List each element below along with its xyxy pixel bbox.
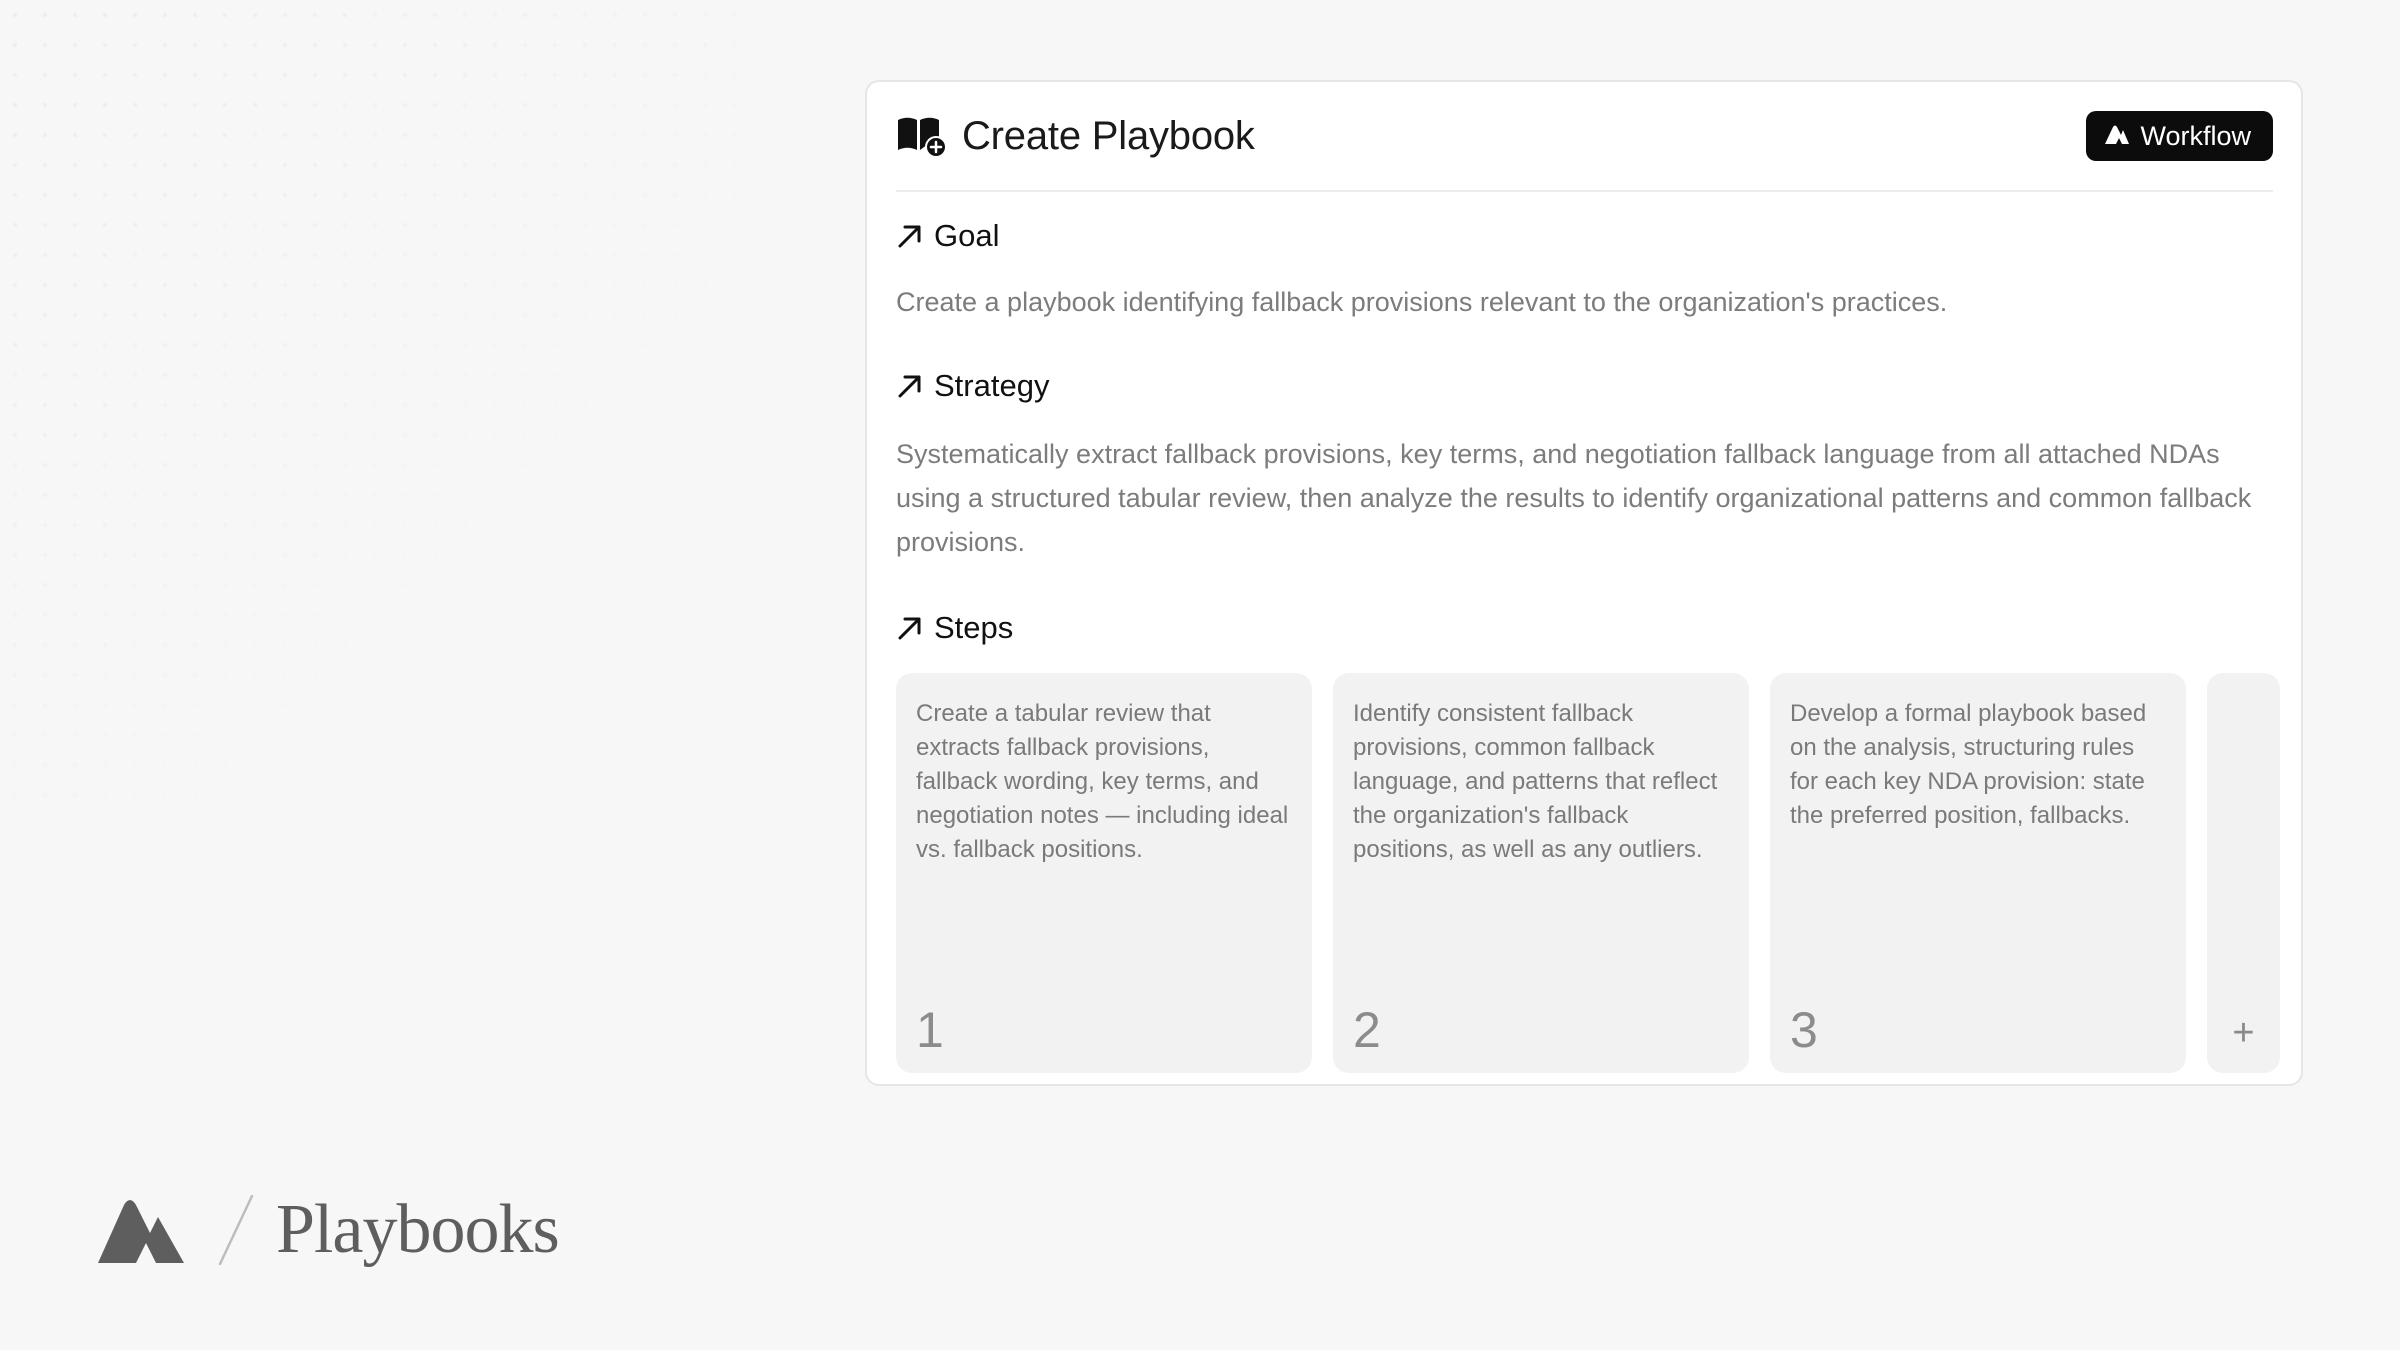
arrow-up-right-icon: [896, 372, 924, 400]
book-plus-icon: [896, 114, 948, 158]
card-header: Create Playbook Workflow: [896, 82, 2273, 192]
steps-heading: Steps: [896, 610, 1013, 646]
create-playbook-card: Create Playbook Workflow Goal Create a p…: [865, 80, 2303, 1086]
card-title: Create Playbook: [962, 113, 1255, 158]
steps-list: Create a tabular review that extracts fa…: [896, 673, 2280, 1073]
arrow-up-right-icon: [896, 222, 924, 250]
step-text: Identify consistent fallback provisions,…: [1353, 700, 1718, 863]
brand-lockup: Playbooks: [96, 1190, 560, 1270]
add-step-button[interactable]: +: [2207, 673, 2280, 1073]
step-number: 1: [916, 1002, 944, 1058]
step-card-1[interactable]: Create a tabular review that extracts fa…: [896, 673, 1312, 1073]
goal-heading-label: Goal: [934, 218, 1000, 253]
strategy-text: Systematically extract fallback provisio…: [896, 439, 2252, 557]
step-text: Develop a formal playbook based on the a…: [1790, 700, 2147, 829]
step-card-2[interactable]: Identify consistent fallback provisions,…: [1333, 673, 1749, 1073]
arrow-up-right-icon: [896, 614, 924, 642]
background-pattern: [0, 0, 760, 820]
divider-slash: [212, 1192, 262, 1268]
harvey-logo-icon: [96, 1195, 186, 1265]
workflow-label: Workflow: [2140, 120, 2251, 151]
step-card-3[interactable]: Develop a formal playbook based on the a…: [1770, 673, 2186, 1073]
workflow-button[interactable]: Workflow: [2086, 111, 2273, 161]
harvey-logo-icon: [2104, 121, 2130, 152]
strategy-heading-label: Strategy: [934, 368, 1050, 403]
plus-icon: +: [2232, 1012, 2255, 1054]
step-text: Create a tabular review that extracts fa…: [916, 700, 1289, 863]
page: Create Playbook Workflow Goal Create a p…: [0, 0, 2400, 1350]
goal-text: Create a playbook identifying fallback p…: [896, 287, 1948, 317]
goal-heading: Goal: [896, 218, 999, 254]
step-number: 2: [1353, 1002, 1381, 1058]
strategy-heading: Strategy: [896, 368, 1049, 404]
brand-name: Playbooks: [276, 1191, 560, 1268]
steps-heading-label: Steps: [934, 610, 1014, 645]
step-number: 3: [1790, 1002, 1818, 1058]
